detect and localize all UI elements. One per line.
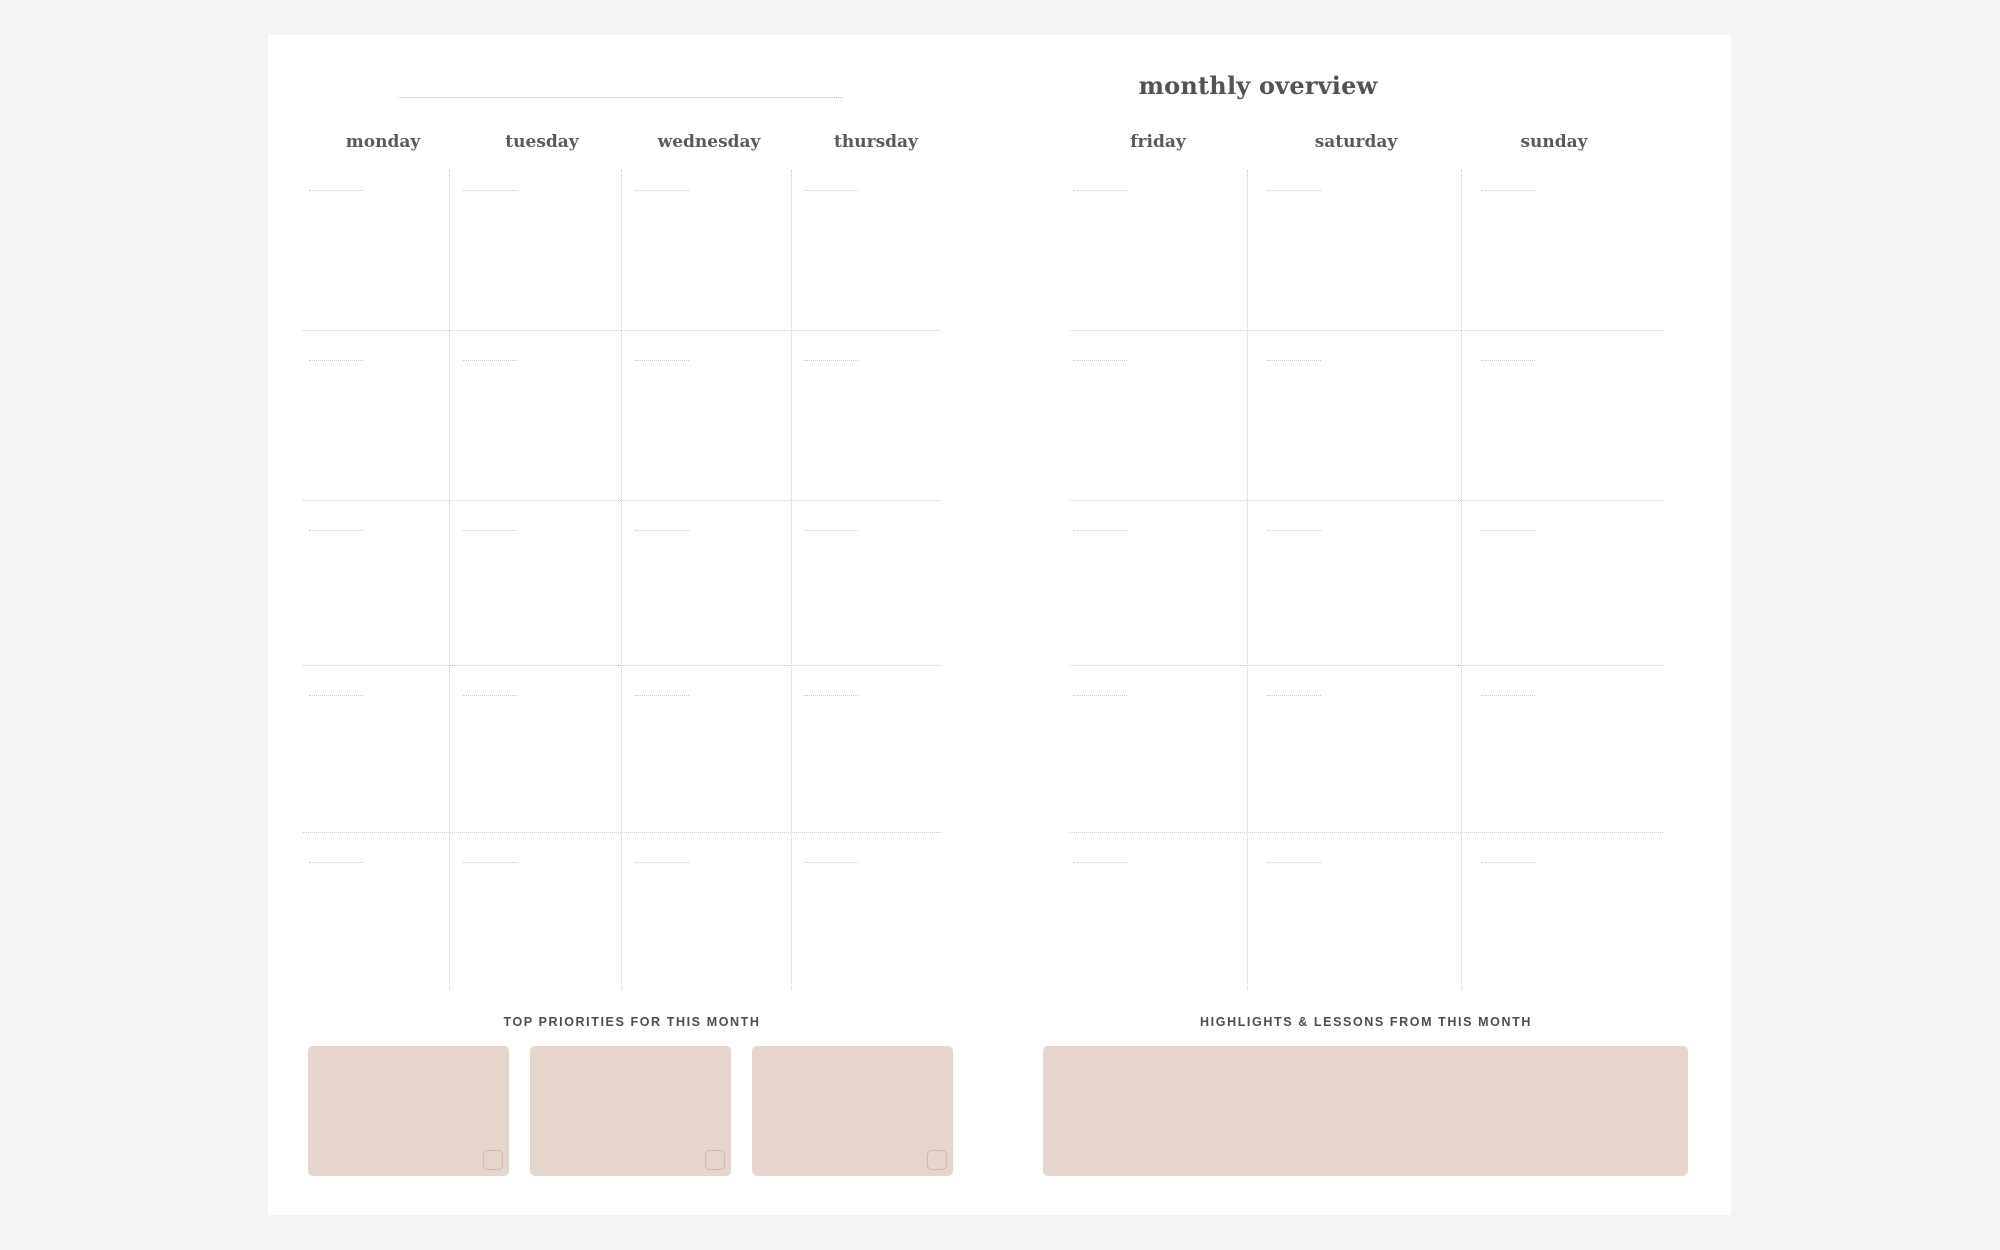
priority-box-1[interactable] [308, 1046, 509, 1176]
date-number-line[interactable] [1267, 190, 1321, 191]
date-number-line[interactable] [635, 190, 689, 191]
date-number-line[interactable] [463, 530, 517, 531]
date-number-line[interactable] [309, 695, 363, 696]
column-divider [621, 170, 622, 990]
date-number-line[interactable] [1073, 695, 1127, 696]
date-number-line[interactable] [635, 530, 689, 531]
date-number-line[interactable] [1267, 530, 1321, 531]
column-divider [1461, 170, 1462, 990]
priority-box-3[interactable] [752, 1046, 953, 1176]
date-number-line[interactable] [804, 530, 858, 531]
date-number-line[interactable] [1267, 360, 1321, 361]
column-divider [449, 170, 450, 990]
date-number-line[interactable] [804, 862, 858, 863]
priority-checkbox-3[interactable] [927, 1150, 947, 1170]
row-divider [1070, 832, 1663, 833]
date-number-line[interactable] [635, 862, 689, 863]
date-number-line[interactable] [463, 360, 517, 361]
row-divider [1070, 330, 1663, 331]
priorities-heading: TOP PRIORITIES FOR THIS MONTH [503, 1015, 761, 1029]
date-number-line[interactable] [635, 695, 689, 696]
date-number-line[interactable] [309, 190, 363, 191]
date-number-line[interactable] [309, 862, 363, 863]
highlights-heading: HIGHLIGHTS & LESSONS FROM THIS MONTH [1200, 1015, 1532, 1029]
date-number-line[interactable] [1481, 530, 1535, 531]
date-number-line[interactable] [1481, 862, 1535, 863]
planner-page: monthly overview monday tuesday wednesda… [268, 35, 1731, 1215]
weekday-header-monday: monday [345, 132, 421, 152]
date-number-line[interactable] [1481, 360, 1535, 361]
weekday-header-sunday: sunday [1520, 132, 1588, 152]
date-number-line[interactable] [1073, 360, 1127, 361]
date-number-line[interactable] [463, 190, 517, 191]
date-number-line[interactable] [1073, 190, 1127, 191]
date-number-line[interactable] [1481, 695, 1535, 696]
priority-checkbox-1[interactable] [483, 1150, 503, 1170]
weekday-header-saturday: saturday [1314, 132, 1398, 152]
date-number-line[interactable] [1481, 190, 1535, 191]
priority-checkbox-2[interactable] [705, 1150, 725, 1170]
date-number-line[interactable] [309, 530, 363, 531]
column-divider [791, 170, 792, 990]
row-divider [303, 832, 941, 833]
date-number-line[interactable] [309, 360, 363, 361]
column-divider [1247, 170, 1248, 990]
weekday-header-wednesday: wednesday [657, 132, 761, 152]
title-blank-line[interactable] [398, 97, 843, 98]
row-divider [303, 330, 941, 331]
row-divider [1070, 665, 1663, 666]
date-number-line[interactable] [804, 695, 858, 696]
priority-box-2[interactable] [530, 1046, 731, 1176]
date-number-line[interactable] [804, 360, 858, 361]
highlights-box[interactable] [1043, 1046, 1688, 1176]
weekday-header-friday: friday [1130, 132, 1186, 152]
date-number-line[interactable] [635, 360, 689, 361]
date-number-line[interactable] [1267, 695, 1321, 696]
date-number-line[interactable] [463, 862, 517, 863]
weekday-header-thursday: thursday [834, 132, 918, 152]
date-number-line[interactable] [1073, 862, 1127, 863]
row-divider [303, 665, 941, 666]
date-number-line[interactable] [1073, 530, 1127, 531]
date-number-line[interactable] [804, 190, 858, 191]
row-divider [303, 500, 941, 501]
page-title: monthly overview [1138, 71, 1378, 100]
row-divider [1070, 500, 1663, 501]
weekday-header-tuesday: tuesday [505, 132, 579, 152]
date-number-line[interactable] [463, 695, 517, 696]
date-number-line[interactable] [1267, 862, 1321, 863]
